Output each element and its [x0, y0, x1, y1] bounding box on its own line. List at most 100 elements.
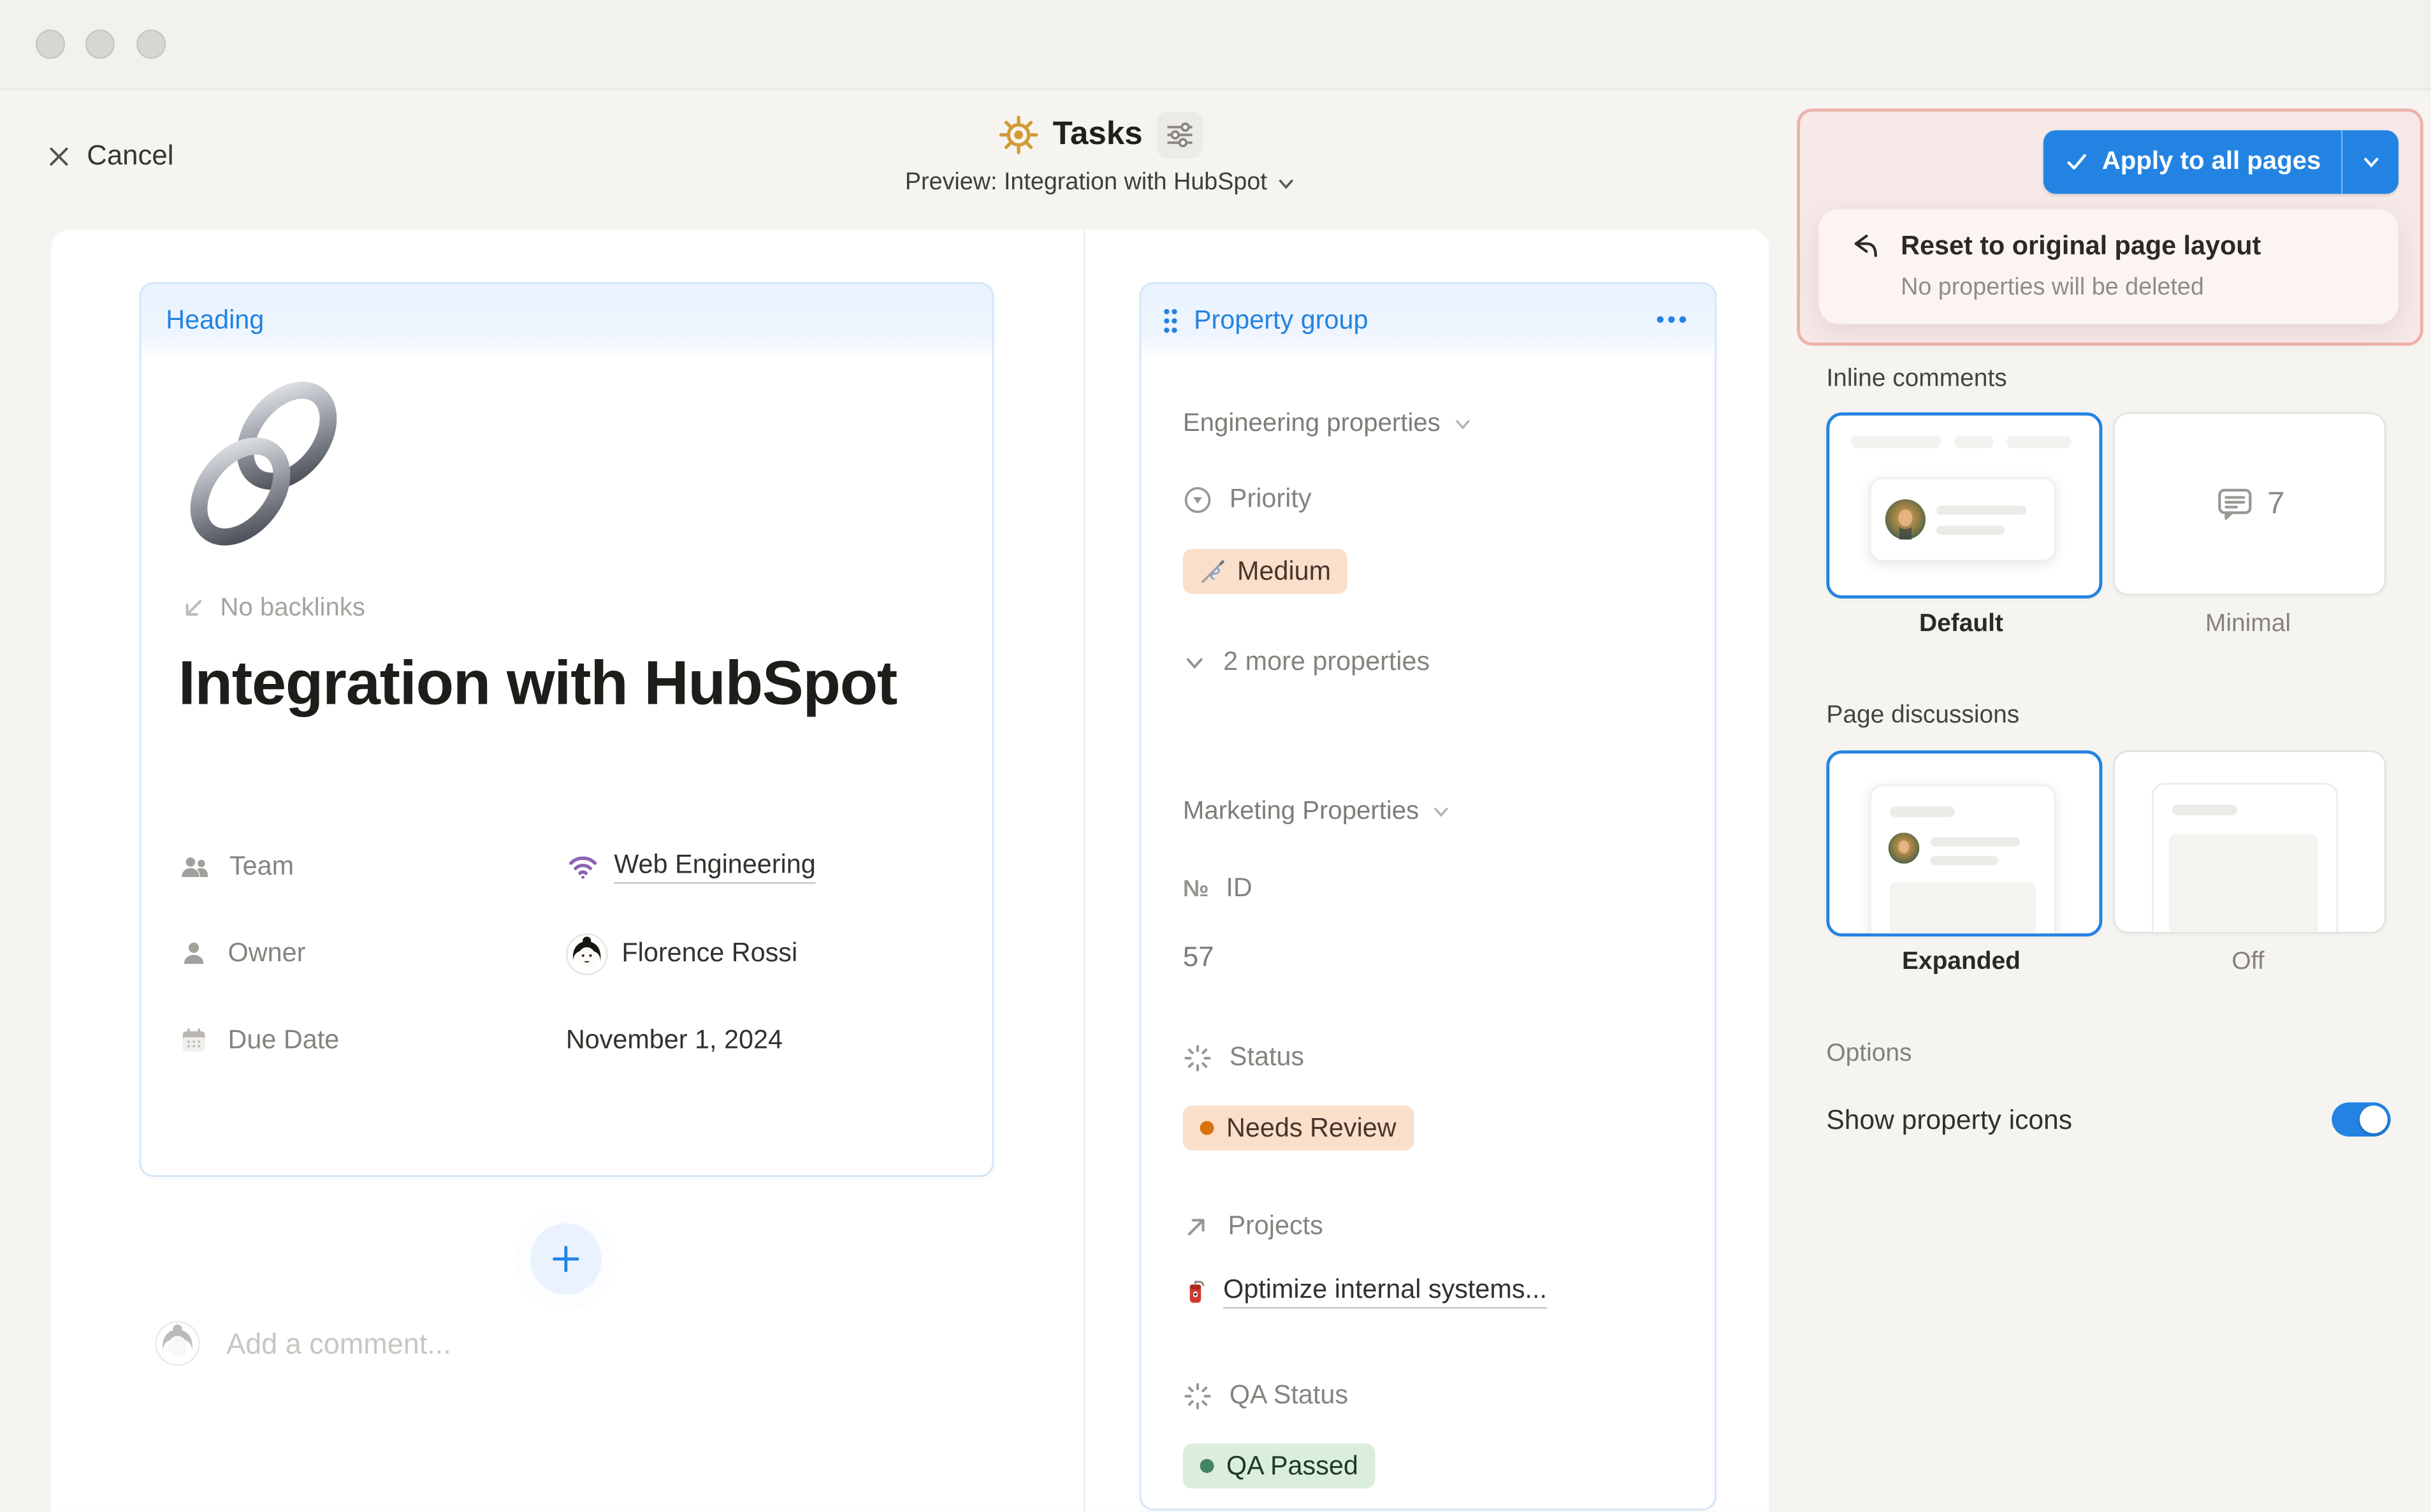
id-label: ID [1226, 873, 1252, 904]
show-property-icons-label: Show property icons [1826, 1103, 2072, 1136]
chevron-down-icon [1276, 173, 1296, 193]
show-property-icons-row: Show property icons [1826, 1102, 2390, 1137]
property-group-badge: Property group [1194, 305, 1368, 336]
window-titlebar [0, 0, 2431, 90]
window-minimize-button[interactable] [85, 29, 115, 59]
window-zoom-button[interactable] [136, 29, 166, 59]
due-date-value[interactable]: November 1, 2024 [566, 1025, 783, 1056]
more-properties-row[interactable]: 2 more properties [1183, 646, 1430, 678]
status-dot [1200, 1121, 1214, 1135]
projects-value[interactable]: Optimize internal systems... [1183, 1274, 1547, 1309]
status-spinner-icon [1183, 1381, 1212, 1410]
discussion-off-preview-card [2152, 783, 2338, 933]
heading-block-header: Heading [141, 284, 992, 356]
drag-handle-icon[interactable] [1161, 306, 1180, 334]
preview-selector[interactable]: Preview: Integration with HubSpot [673, 169, 1529, 197]
comment-input[interactable]: Add a comment... [226, 1327, 451, 1361]
apply-dropdown-button[interactable] [2342, 130, 2398, 194]
more-options-icon[interactable]: ••• [1656, 307, 1690, 333]
comment-count: 7 [2267, 486, 2284, 522]
page-discussions-off-option[interactable] [2113, 750, 2386, 933]
heading-block[interactable]: Heading [140, 282, 994, 1177]
owner-label-cell[interactable]: Owner [178, 938, 566, 970]
page-title[interactable]: Integration with HubSpot [178, 646, 938, 721]
page-discussions-off-label: Off [2113, 949, 2383, 977]
inline-comments-default-label: Default [1826, 611, 2096, 639]
reset-subtitle: No properties will be deleted [1901, 275, 2204, 303]
team-value-label: Web Engineering [614, 850, 815, 884]
team-label-cell[interactable]: Team [178, 850, 566, 883]
close-icon [47, 143, 71, 168]
numero-icon: № [1183, 875, 1209, 901]
owner-value[interactable]: Florence Rossi [566, 933, 797, 975]
due-date-label-cell[interactable]: Due Date [178, 1025, 566, 1056]
inline-comments-minimal-label: Minimal [2113, 611, 2383, 639]
show-property-icons-toggle[interactable] [2332, 1102, 2390, 1137]
owner-label: Owner [228, 938, 306, 970]
projects-label: Projects [1228, 1211, 1323, 1242]
add-block-button[interactable] [530, 1223, 602, 1295]
property-group-header: Property group ••• [1141, 284, 1715, 356]
due-date-value-label: November 1, 2024 [566, 1025, 783, 1056]
window-close-button[interactable] [36, 29, 65, 59]
status-row[interactable]: Status [1183, 1042, 1304, 1073]
options-title: Options [1826, 1040, 1912, 1068]
priority-label: Priority [1230, 484, 1312, 515]
reset-layout-item[interactable]: Reset to original page layout No propert… [1818, 209, 2398, 324]
backlinks-label: No backlinks [220, 594, 365, 623]
heading-badge: Heading [166, 305, 264, 336]
id-row[interactable]: № ID [1183, 873, 1252, 904]
status-value-label: Needs Review [1226, 1112, 1397, 1144]
id-value[interactable]: 57 [1183, 941, 1214, 973]
inline-comments-default-option[interactable] [1826, 412, 2102, 599]
cancel-label: Cancel [87, 140, 173, 172]
property-row-due-date: Due Date November 1, 2024 [178, 1017, 954, 1064]
owner-value-label: Florence Rossi [621, 938, 797, 970]
discussion-preview-card [1869, 785, 2056, 936]
property-row-team: Team Web Engineering [178, 843, 954, 890]
team-value[interactable]: Web Engineering [566, 850, 816, 884]
people-icon [178, 850, 211, 883]
page-icon-chain[interactable] [175, 374, 349, 556]
property-group-block[interactable]: Property group ••• Engineering propertie… [1140, 282, 1716, 1510]
avatar-comment [155, 1321, 200, 1366]
projects-row[interactable]: Projects [1183, 1211, 1323, 1242]
header-center: Tasks Preview: Integration with HubSpot [673, 112, 1529, 197]
layout-settings-button[interactable] [1157, 112, 1203, 158]
arrow-southwest-icon [180, 595, 206, 622]
qa-status-label: QA Status [1230, 1380, 1348, 1411]
priority-icon [1183, 484, 1212, 514]
avatar-vangogh [1889, 832, 1920, 864]
section-marketing[interactable]: Marketing Properties [1183, 797, 1451, 826]
qa-status-row[interactable]: QA Status [1183, 1380, 1348, 1411]
add-comment-row[interactable]: Add a comment... [155, 1321, 451, 1366]
person-icon [178, 938, 210, 970]
helm-icon [998, 115, 1038, 155]
section-engineering[interactable]: Engineering properties [1183, 409, 1473, 439]
section-marketing-label: Marketing Properties [1183, 797, 1419, 826]
inline-comments-title: Inline comments [1826, 366, 2006, 394]
chevron-down-icon [1453, 414, 1473, 434]
status-value-pill[interactable]: Needs Review [1183, 1105, 1413, 1151]
reset-title: Reset to original page layout [1901, 231, 2261, 262]
priority-value-label: Medium [1237, 556, 1331, 587]
page-discussions-expanded-label: Expanded [1826, 949, 2096, 977]
section-engineering-label: Engineering properties [1183, 409, 1440, 439]
database-title: Tasks [1053, 116, 1143, 153]
avatar-florence [566, 933, 608, 975]
toggle-knob [2360, 1105, 2388, 1133]
page-discussions-expanded-option[interactable] [1826, 750, 2102, 936]
check-icon [2065, 150, 2087, 173]
needle-icon [1200, 559, 1225, 584]
priority-value-pill[interactable]: Medium [1183, 549, 1348, 594]
qa-status-value-pill[interactable]: QA Passed [1183, 1444, 1375, 1489]
inline-comments-minimal-option[interactable]: 7 [2113, 412, 2386, 595]
apply-to-all-pages-button[interactable]: Apply to all pages [2043, 130, 2398, 194]
sliders-icon [1165, 119, 1196, 150]
property-row-owner: Owner Florence Rossi [178, 930, 954, 977]
priority-row[interactable]: Priority [1183, 484, 1312, 515]
preview-panel: Heading [51, 229, 1769, 1512]
backlinks-row[interactable]: No backlinks [180, 594, 365, 623]
cancel-button[interactable]: Cancel [47, 140, 174, 172]
status-label: Status [1230, 1042, 1304, 1073]
